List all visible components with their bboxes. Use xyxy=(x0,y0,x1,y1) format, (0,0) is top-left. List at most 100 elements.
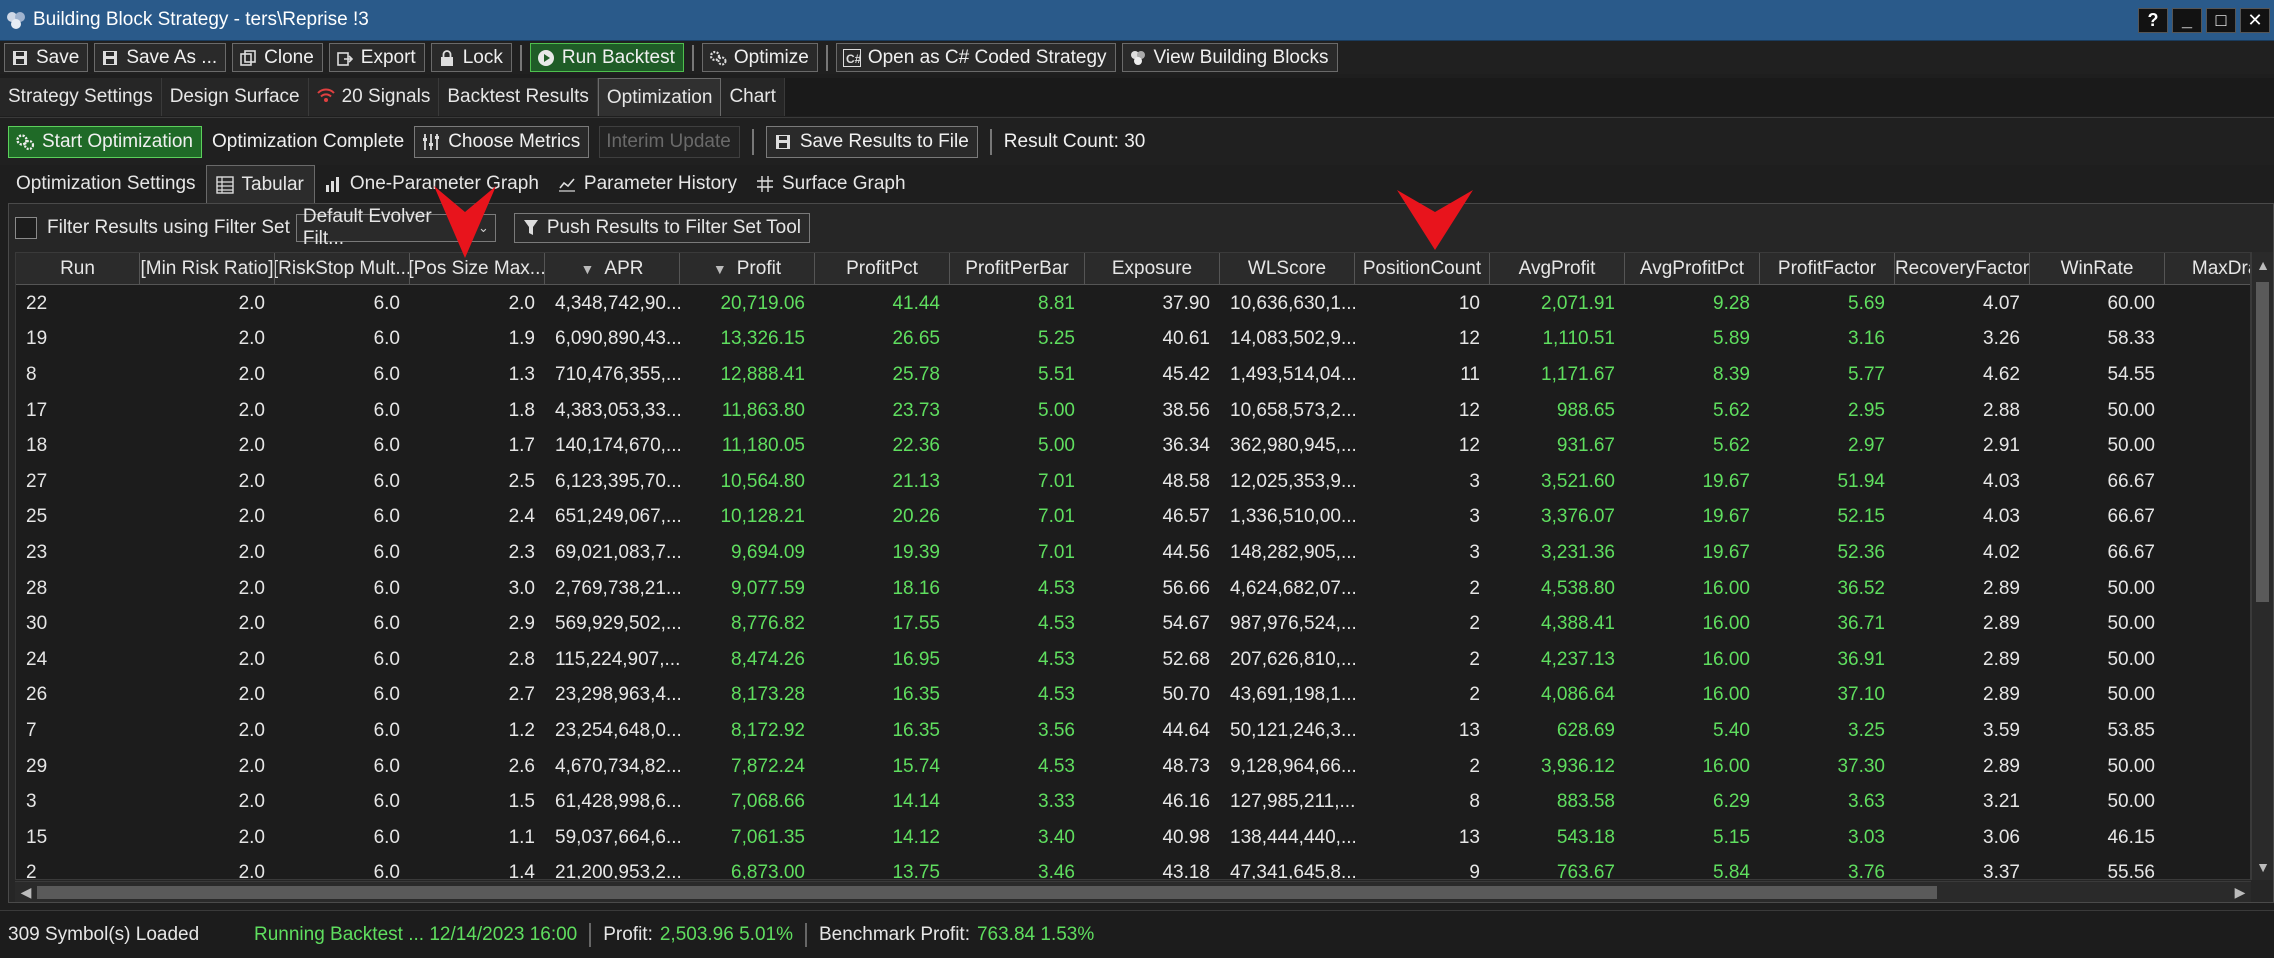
column-header[interactable]: ▼ APR xyxy=(545,253,680,285)
table-row[interactable]: 26 2.0 6.0 2.7 23,298,963,4... 8,173.28 16.35 4… xyxy=(16,678,2250,714)
table-row[interactable]: 28 2.0 6.0 3.0 2,769,738,21... 9,077.59 18.16 4… xyxy=(16,571,2250,607)
vertical-scroll-thumb[interactable] xyxy=(2256,282,2269,602)
table-icon xyxy=(215,175,235,195)
funnel-icon xyxy=(523,219,539,237)
table-row[interactable]: 29 2.0 6.0 2.6 4,670,734,82... 7,872.24 15.74 4… xyxy=(16,749,2250,785)
table-cell: 28 xyxy=(26,577,48,599)
interim-update-button[interactable]: Interim Update xyxy=(599,125,740,158)
table-row[interactable]: 23 2.0 6.0 2.3 69,021,083,7... 9,694.09 19.39 7… xyxy=(16,535,2250,571)
table-cell: 4.07 xyxy=(1983,292,2020,314)
table-cell: 987,976,524,... xyxy=(1230,613,1355,635)
table-cell: 2.4 xyxy=(508,506,535,528)
column-header[interactable]: MaxDraw xyxy=(2165,253,2250,285)
table-cell: 2,071.91 xyxy=(1541,292,1615,314)
table-row[interactable]: 8 2.0 6.0 1.3 710,476,355,... 12,888.41 25.78 5… xyxy=(16,357,2250,393)
table-row[interactable]: 30 2.0 6.0 2.9 569,929,502,... 8,776.82 17.55 4… xyxy=(16,606,2250,642)
table-row[interactable]: 7 2.0 6.0 1.2 23,254,648,0... 8,172.92 16.35 3.… xyxy=(16,713,2250,749)
tab-backtest-results[interactable]: Backtest Results xyxy=(439,78,598,116)
table-cell: 50.00 xyxy=(2107,399,2155,421)
tab-surface-graph[interactable]: Surface Graph xyxy=(747,165,916,203)
push-results-button[interactable]: Push Results to Filter Set Tool xyxy=(513,213,811,243)
table-cell: 11,863.80 xyxy=(721,399,805,421)
table-row[interactable]: 2 2.0 6.0 1.4 21,200,953,2... 6,873.00 13.75 3.… xyxy=(16,856,2250,879)
table-row[interactable]: 24 2.0 6.0 2.8 115,224,907,... 8,474.26 16.95 4… xyxy=(16,642,2250,678)
optimize-button[interactable]: Optimize xyxy=(701,43,818,72)
column-header[interactable]: WLScore xyxy=(1220,253,1355,285)
filter-checkbox[interactable] xyxy=(15,217,37,239)
choose-metrics-button[interactable]: Choose Metrics xyxy=(414,125,590,158)
column-header[interactable]: [RiskStop Mult... xyxy=(275,253,410,285)
column-header[interactable]: AvgProfit xyxy=(1490,253,1625,285)
tab-tabular[interactable]: Tabular xyxy=(205,165,315,203)
column-header[interactable]: [Min Risk Ratio] xyxy=(140,253,275,285)
table-cell: 37.30 xyxy=(1837,755,1885,777)
tab-optimization[interactable]: Optimization xyxy=(597,78,722,116)
tab-optimization-settings[interactable]: Optimization Settings xyxy=(8,165,206,203)
table-cell: 3.21 xyxy=(1983,791,2020,813)
column-header[interactable]: RecoveryFactor xyxy=(1895,253,2030,285)
column-header[interactable]: PositionCount xyxy=(1355,253,1490,285)
table-cell: 16.00 xyxy=(1702,648,1750,670)
save-results-button[interactable]: Save Results to File xyxy=(765,125,978,158)
lock-button[interactable]: Lock xyxy=(430,43,512,72)
table-cell: 19.39 xyxy=(892,541,940,563)
column-header[interactable]: ProfitPct xyxy=(815,253,950,285)
table-cell: 6.0 xyxy=(373,399,400,421)
close-button[interactable]: ✕ xyxy=(2240,8,2270,33)
table-cell: 36.34 xyxy=(1162,435,1210,457)
tab-chart[interactable]: Chart xyxy=(721,78,785,116)
scroll-right-icon[interactable]: ▶ xyxy=(2229,882,2251,903)
column-header[interactable]: ProfitPerBar xyxy=(950,253,1085,285)
table-row[interactable]: 17 2.0 6.0 1.8 4,383,053,33... 11,863.80 23.73… xyxy=(16,393,2250,429)
horizontal-scrollbar[interactable]: ◀ ▶ xyxy=(15,881,2251,902)
table-row[interactable]: 3 2.0 6.0 1.5 61,428,998,6... 7,068.66 14.14 3.… xyxy=(16,784,2250,820)
export-button[interactable]: Export xyxy=(328,43,425,72)
vertical-scrollbar[interactable]: ▲ ▼ xyxy=(2251,252,2273,880)
tab-design-surface[interactable]: Design Surface xyxy=(161,78,309,116)
column-header[interactable]: Run xyxy=(16,253,140,285)
table-cell: 66.67 xyxy=(2107,541,2155,563)
view-building-blocks-button[interactable]: View Building Blocks xyxy=(1121,43,1338,72)
table-cell: 3,231.36 xyxy=(1541,541,1615,563)
tab-signals[interactable]: 20 Signals xyxy=(308,78,440,116)
column-header[interactable]: ▼ Profit xyxy=(680,253,815,285)
table-cell: 36.71 xyxy=(1837,613,1885,635)
table-row[interactable]: 25 2.0 6.0 2.4 651,249,067,... 10,128.21 20.26… xyxy=(16,500,2250,536)
maximize-button[interactable]: □ xyxy=(2206,8,2236,33)
minimize-button[interactable]: _ xyxy=(2172,8,2202,33)
table-row[interactable]: 27 2.0 6.0 2.5 6,123,395,70... 10,564.80 21.13… xyxy=(16,464,2250,500)
start-optimization-button[interactable]: Start Optimization xyxy=(8,125,202,158)
column-header[interactable]: WinRate xyxy=(2030,253,2165,285)
table-cell: 19.67 xyxy=(1702,541,1750,563)
save-button[interactable]: Save xyxy=(4,43,89,72)
column-header[interactable]: ProfitFactor xyxy=(1760,253,1895,285)
table-cell: 4.02 xyxy=(1983,541,2020,563)
save-as-button[interactable]: Save As ... xyxy=(94,43,227,72)
horizontal-scroll-thumb[interactable] xyxy=(37,886,1937,899)
help-button[interactable]: ? xyxy=(2138,8,2168,33)
column-header[interactable]: AvgProfitPct xyxy=(1625,253,1760,285)
tab-strategy-settings[interactable]: Strategy Settings xyxy=(0,78,162,116)
table-cell: 138,444,440,... xyxy=(1230,826,1355,848)
tab-label: Optimization Settings xyxy=(16,173,196,194)
scroll-left-icon[interactable]: ◀ xyxy=(15,882,37,903)
table-cell: 6,123,395,70... xyxy=(555,470,680,492)
clone-icon xyxy=(239,49,257,67)
run-backtest-button[interactable]: Run Backtest xyxy=(529,43,684,72)
tab-parameter-history[interactable]: Parameter History xyxy=(549,165,747,203)
table-row[interactable]: 18 2.0 6.0 1.7 140,174,670,... 11,180.05 22.36… xyxy=(16,428,2250,464)
table-row[interactable]: 22 2.0 6.0 2.0 4,348,742,90... 20,719.06 41.44… xyxy=(16,286,2250,322)
table-row[interactable]: 15 2.0 6.0 1.1 59,037,664,6... 7,061.35 14.12 3… xyxy=(16,820,2250,856)
column-header[interactable]: Exposure xyxy=(1085,253,1220,285)
table-cell: 16.35 xyxy=(892,719,940,741)
scroll-down-icon[interactable]: ▼ xyxy=(2252,856,2274,878)
table-cell: 148,282,905,... xyxy=(1230,541,1355,563)
table-cell: 4.53 xyxy=(1038,648,1075,670)
clone-button[interactable]: Clone xyxy=(232,43,323,72)
table-cell: 883.58 xyxy=(1556,791,1615,813)
scroll-up-icon[interactable]: ▲ xyxy=(2252,254,2274,276)
table-row[interactable]: 19 2.0 6.0 1.9 6,090,890,43... 13,326.15 26.65… xyxy=(16,322,2250,358)
table-cell: 10 xyxy=(1458,292,1480,314)
open-csharp-button[interactable]: C# Open as C# Coded Strategy xyxy=(835,43,1116,72)
table-cell: 14.12 xyxy=(892,826,940,848)
